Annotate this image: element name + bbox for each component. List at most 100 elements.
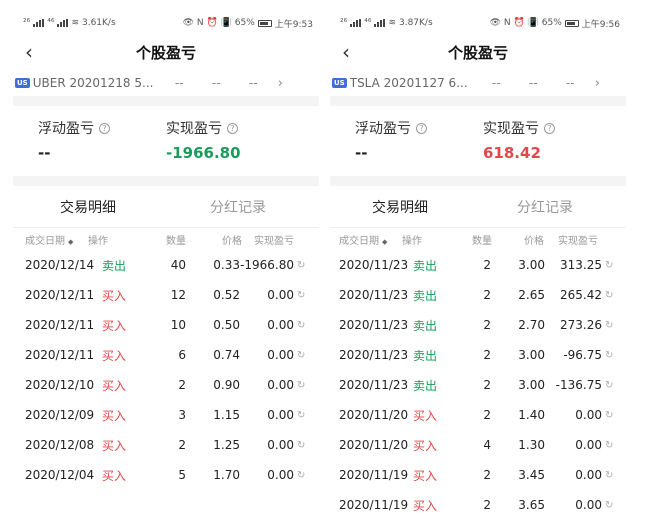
help-icon[interactable]: ?: [416, 122, 427, 134]
trade-pnl: 0.00: [575, 408, 602, 422]
table-row[interactable]: 2020/11/19 买入 2 3.45 0.00 ↻: [330, 460, 626, 490]
trade-date: 2020/11/23: [339, 318, 409, 332]
refresh-icon[interactable]: ↻: [605, 350, 613, 361]
trade-date: 2020/11/23: [339, 348, 409, 362]
refresh-icon[interactable]: ↻: [297, 470, 305, 481]
stock-selector[interactable]: US TSLA 20201127 6... -- -- -- ›: [330, 70, 626, 96]
trade-date: 2020/12/11: [25, 318, 95, 332]
nav-bar: ‹ 个股盈亏: [330, 34, 626, 70]
status-icons: 👁 N ⏰ 📳: [182, 18, 232, 28]
trade-price: 3.65: [518, 498, 545, 512]
help-icon[interactable]: ?: [99, 122, 110, 134]
trade-date: 2020/12/11: [25, 348, 95, 362]
sort-icon[interactable]: ◆: [382, 238, 387, 246]
refresh-icon[interactable]: ↻: [297, 260, 305, 271]
refresh-icon[interactable]: ↻: [297, 320, 305, 331]
battery-percent: 65%: [234, 18, 255, 28]
tab-dividend-records[interactable]: 分红记录: [470, 197, 620, 217]
refresh-icon[interactable]: ↻: [605, 470, 613, 481]
trade-op: 买入: [413, 468, 438, 483]
divider: [13, 176, 319, 186]
trade-pnl: 273.26: [560, 318, 602, 332]
table-row[interactable]: 2020/12/10 买入 2 0.90 0.00 ↻: [13, 370, 319, 400]
tab-trade-details[interactable]: 交易明细: [330, 197, 470, 217]
col-date[interactable]: 成交日期 ◆: [330, 232, 402, 247]
trade-date: 2020/12/04: [25, 468, 95, 482]
table-row[interactable]: 2020/11/23 卖出 2 3.00 -96.75 ↻: [330, 340, 626, 370]
back-chevron-icon[interactable]: ‹: [25, 34, 33, 70]
stock-selector[interactable]: US UBER 20201218 5... -- -- -- ›: [13, 70, 319, 96]
signal-label: ⁴⁶: [47, 18, 55, 28]
trade-qty: 12: [170, 288, 186, 302]
col-date[interactable]: 成交日期 ◆: [13, 232, 88, 247]
table-row[interactable]: 2020/11/23 卖出 2 3.00 313.25 ↻: [330, 250, 626, 280]
stock-name: TSLA 20201127 6...: [349, 76, 468, 90]
tab-dividend-records[interactable]: 分红记录: [163, 197, 313, 217]
refresh-icon[interactable]: ↻: [297, 350, 305, 361]
trade-price: 3.00: [518, 378, 545, 392]
table-row[interactable]: 2020/12/11 买入 12 0.52 0.00 ↻: [13, 280, 319, 310]
trade-price: 0.33: [213, 258, 240, 272]
table-row[interactable]: 2020/11/23 卖出 2 2.65 265.42 ↻: [330, 280, 626, 310]
table-header: 成交日期 ◆ 操作 数量 价格 实现盈亏: [330, 228, 626, 250]
chevron-right-icon[interactable]: ›: [278, 76, 283, 91]
trade-qty: 2: [483, 468, 491, 482]
trade-price: 1.30: [518, 438, 545, 452]
refresh-icon[interactable]: ↻: [605, 260, 613, 271]
refresh-icon[interactable]: ↻: [297, 410, 305, 421]
refresh-icon[interactable]: ↻: [605, 290, 613, 301]
table-row[interactable]: 2020/12/14 卖出 40 0.33 -1966.80 ↻: [13, 250, 319, 280]
trade-pnl: 0.00: [267, 468, 294, 482]
trade-date: 2020/12/10: [25, 378, 95, 392]
refresh-icon[interactable]: ↻: [297, 380, 305, 391]
refresh-icon[interactable]: ↻: [605, 500, 613, 511]
trade-pnl: -136.75: [555, 378, 602, 392]
table-row[interactable]: 2020/11/23 卖出 2 2.70 273.26 ↻: [330, 310, 626, 340]
tab-trade-details[interactable]: 交易明细: [13, 197, 163, 217]
divider: [330, 96, 626, 106]
refresh-icon[interactable]: ↻: [605, 380, 613, 391]
back-chevron-icon[interactable]: ‹: [342, 34, 350, 70]
help-icon[interactable]: ?: [544, 122, 555, 134]
trade-date: 2020/12/11: [25, 288, 95, 302]
trade-price: 1.15: [213, 408, 240, 422]
table-row[interactable]: 2020/11/20 买入 2 1.40 0.00 ↻: [330, 400, 626, 430]
trade-op: 买入: [413, 408, 438, 423]
trade-qty: 2: [483, 408, 491, 422]
page-title: 个股盈亏: [135, 43, 196, 62]
sort-icon[interactable]: ◆: [68, 238, 73, 246]
nav-bar: ‹ 个股盈亏: [13, 34, 319, 70]
stock-stat: --: [248, 76, 258, 90]
trade-date: 2020/11/23: [339, 258, 409, 272]
chevron-right-icon[interactable]: ›: [595, 76, 600, 91]
refresh-icon[interactable]: ↻: [297, 440, 305, 451]
table-row[interactable]: 2020/12/09 买入 3 1.15 0.00 ↻: [13, 400, 319, 430]
trade-op: 买入: [413, 498, 438, 513]
battery-icon: [257, 19, 272, 27]
table-row[interactable]: 2020/12/04 买入 5 1.70 0.00 ↻: [13, 460, 319, 490]
signal-label: ²⁶: [23, 18, 31, 28]
table-row[interactable]: 2020/11/19 买入 2 3.65 0.00 ↻: [330, 490, 626, 512]
status-bar: ²⁶ ⁴⁶ ≋ 3.87K/s 👁 N ⏰ 📳 65% 上午9:56: [330, 12, 626, 34]
col-pnl: 实现盈亏: [254, 235, 294, 247]
trade-price: 3.00: [518, 258, 545, 272]
wifi-icon: ≋: [388, 18, 396, 28]
table-row[interactable]: 2020/11/23 卖出 2 3.00 -136.75 ↻: [330, 370, 626, 400]
table-row[interactable]: 2020/12/08 买入 2 1.25 0.00 ↻: [13, 430, 319, 460]
table-row[interactable]: 2020/12/11 买入 6 0.74 0.00 ↻: [13, 340, 319, 370]
refresh-icon[interactable]: ↻: [605, 440, 613, 451]
table-row[interactable]: 2020/11/20 买入 4 1.30 0.00 ↻: [330, 430, 626, 460]
refresh-icon[interactable]: ↻: [605, 320, 613, 331]
trade-op: 买入: [102, 348, 127, 363]
refresh-icon[interactable]: ↻: [297, 290, 305, 301]
trade-pnl: -96.75: [563, 348, 602, 362]
trade-date: 2020/11/20: [339, 438, 409, 452]
stock-stat: --: [565, 76, 575, 90]
table-row[interactable]: 2020/12/11 买入 10 0.50 0.00 ↻: [13, 310, 319, 340]
signal-icon: [350, 19, 362, 27]
trade-pnl: 0.00: [267, 348, 294, 362]
refresh-icon[interactable]: ↻: [605, 410, 613, 421]
divider: [13, 96, 319, 106]
help-icon[interactable]: ?: [227, 122, 238, 134]
trade-pnl: 0.00: [267, 378, 294, 392]
